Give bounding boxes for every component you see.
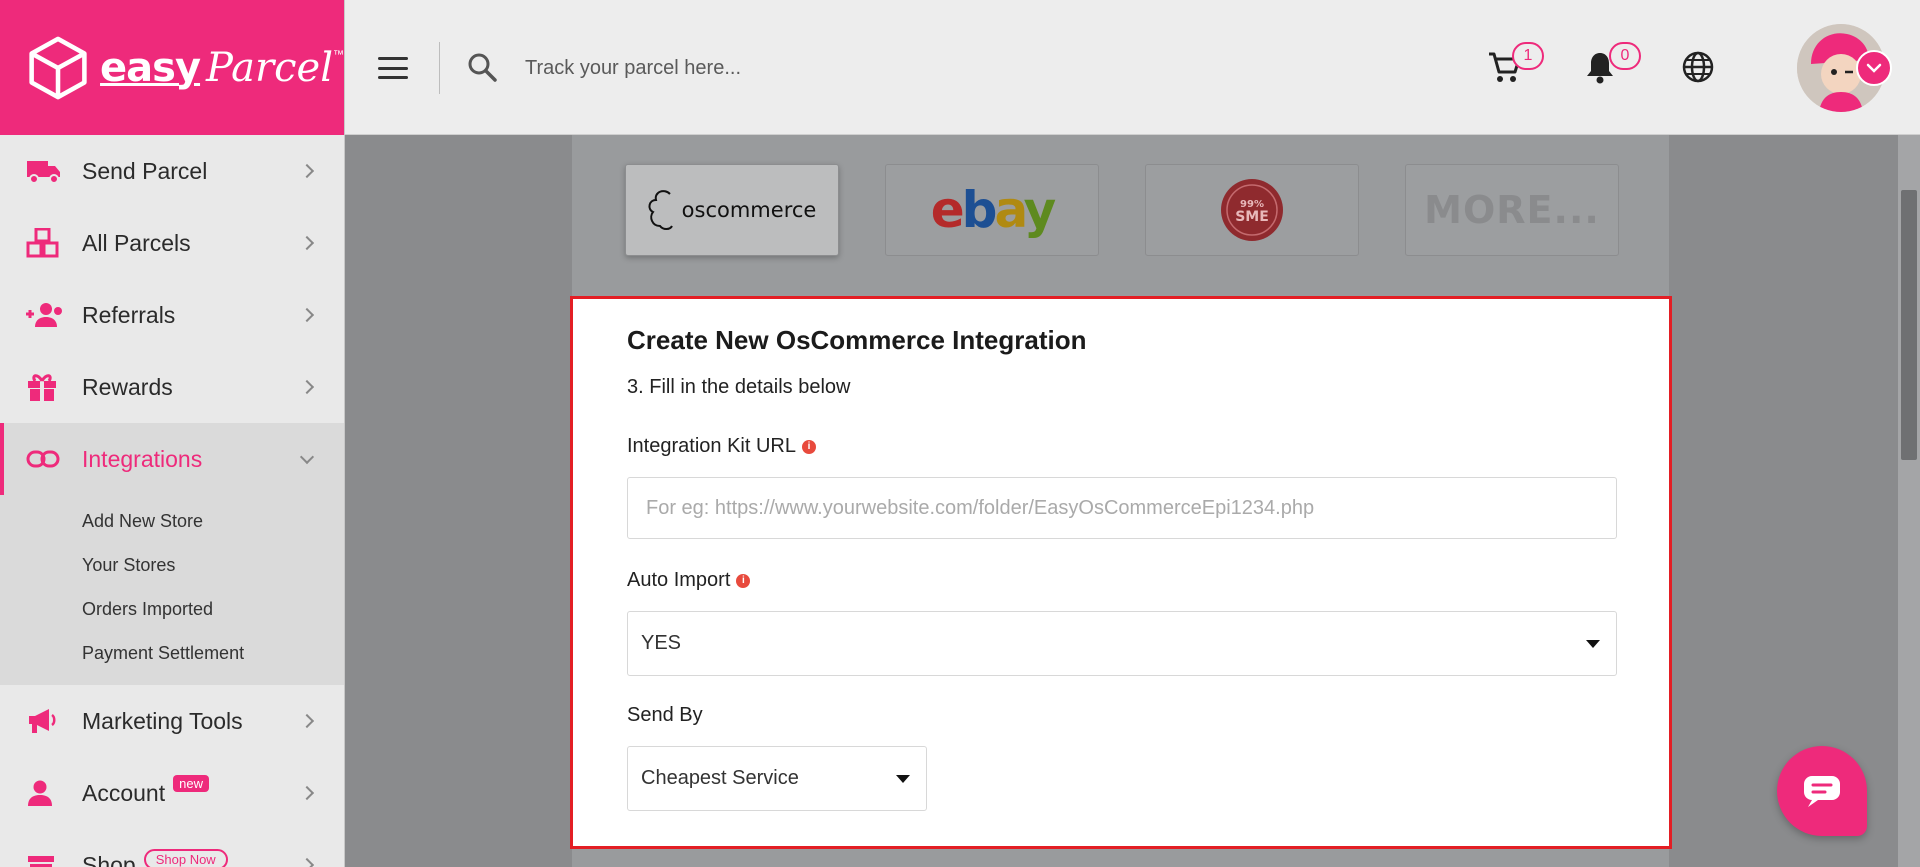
sidebar-item-marketing-tools[interactable]: Marketing Tools <box>0 685 344 757</box>
box-logo-icon <box>29 36 87 99</box>
logo[interactable]: easy Parcel ™ <box>0 0 344 135</box>
sidebar-item-label: Account <box>82 779 166 806</box>
auto-import-select[interactable]: YES <box>627 611 1617 676</box>
platform-name: oscommerce <box>681 198 817 222</box>
subnav-item-add-new-store[interactable]: Add New Store <box>0 499 344 543</box>
add-users-icon <box>26 299 66 331</box>
subnav-item-payment-settlement[interactable]: Payment Settlement <box>0 631 344 675</box>
sidebar: easy Parcel ™ Send Parcel All Parcels Re… <box>0 0 345 867</box>
chat-bubble-icon <box>1804 776 1840 807</box>
boxes-icon <box>26 227 66 259</box>
scrollbar-thumb[interactable] <box>1901 190 1917 460</box>
sidebar-item-label: Rewards <box>82 373 173 400</box>
sidebar-nav: Send Parcel All Parcels Referrals Reward… <box>0 135 344 495</box>
info-icon[interactable]: i <box>801 439 816 454</box>
kit-url-label: Integration Kit URL <box>627 435 796 457</box>
globe-icon[interactable] <box>1681 50 1715 84</box>
sidebar-nav-lower: Marketing Tools Account new Shop Shop No… <box>0 685 344 867</box>
chevron-right-icon <box>299 379 315 395</box>
subnav-item-orders-imported[interactable]: Orders Imported <box>0 587 344 631</box>
form-step: 3. Fill in the details below <box>627 376 851 398</box>
ebay-logo: ebay <box>930 181 1056 239</box>
sidebar-item-label: Integrations <box>82 445 203 472</box>
brand-name-part1: easy <box>100 44 201 91</box>
shop-now-badge: Shop Now <box>143 848 228 867</box>
integration-form-panel: Create New OsCommerce Integration 3. Fil… <box>570 296 1672 849</box>
topbar-divider <box>439 42 440 94</box>
send-by-label-row: Send By <box>627 704 1615 727</box>
auto-import-value: YES <box>641 632 682 654</box>
search-icon <box>468 53 497 82</box>
chevron-right-icon <box>299 857 315 867</box>
sidebar-item-label: Shop <box>82 851 136 867</box>
sidebar-item-label: All Parcels <box>82 229 191 256</box>
dropdown-caret-icon <box>1586 639 1600 648</box>
sidebar-item-label: Referrals <box>82 301 176 328</box>
sidebar-item-label: Marketing Tools <box>82 707 243 734</box>
auto-import-label: Auto Import <box>627 569 731 591</box>
chevron-right-icon <box>299 235 315 251</box>
subnav-item-your-stores[interactable]: Your Stores <box>0 543 344 587</box>
account-dropdown-button[interactable] <box>1856 50 1892 86</box>
auto-import-label-row: Auto Import i <box>627 569 1615 592</box>
notification-count-badge: 0 <box>1609 42 1641 70</box>
new-badge: new <box>173 774 209 792</box>
track-parcel-input[interactable] <box>525 48 1125 88</box>
send-by-label: Send By <box>627 704 703 726</box>
info-icon[interactable]: i <box>736 573 751 588</box>
sidebar-item-all-parcels[interactable]: All Parcels <box>0 207 344 279</box>
dropdown-caret-icon <box>896 774 910 783</box>
platform-card-ebay[interactable]: ebay <box>885 164 1099 256</box>
menu-icon[interactable] <box>378 57 408 79</box>
sidebar-item-label: Send Parcel <box>82 157 208 184</box>
chevron-right-icon <box>299 163 315 179</box>
brand-tm: ™ <box>333 48 344 61</box>
link-icon <box>26 443 66 475</box>
kit-url-label-row: Integration Kit URL i <box>627 435 1615 458</box>
chevron-right-icon <box>299 713 315 729</box>
brand-wordmark: easy Parcel ™ <box>100 45 344 91</box>
megaphone-icon <box>26 705 66 737</box>
send-by-value: Cheapest Service <box>641 767 799 789</box>
shop-icon <box>26 849 66 867</box>
platform-card-99sme[interactable]: 99% SME <box>1145 164 1359 256</box>
chevron-down-icon <box>299 449 315 465</box>
sidebar-item-account[interactable]: Account new <box>0 757 344 829</box>
send-by-select[interactable]: Cheapest Service <box>627 746 927 811</box>
truck-icon <box>26 155 66 187</box>
chevron-right-icon <box>299 785 315 801</box>
platform-selector: oscommerce ebay 99% SME MORE... <box>625 164 1619 256</box>
integration-kit-url-input[interactable] <box>627 477 1617 539</box>
cart-count-badge: 1 <box>1512 42 1544 70</box>
sidebar-item-rewards[interactable]: Rewards <box>0 351 344 423</box>
sidebar-item-shop[interactable]: Shop Shop Now <box>0 829 344 867</box>
99-sme-badge-logo: 99% SME <box>1221 179 1283 241</box>
oscommerce-cloud-icon <box>648 190 673 230</box>
more-platforms-label: MORE... <box>1424 188 1600 232</box>
top-bar: 1 0 <box>345 0 1920 135</box>
sidebar-item-send-parcel[interactable]: Send Parcel <box>0 135 344 207</box>
brand-name-part2: Parcel <box>206 44 333 91</box>
integrations-subnav: Add New Store Your Stores Orders Importe… <box>0 495 344 685</box>
platform-card-more[interactable]: MORE... <box>1405 164 1619 256</box>
chevron-down-icon <box>1866 63 1882 73</box>
gift-icon <box>26 371 66 403</box>
svg-text:SME: SME <box>1235 209 1269 225</box>
user-icon <box>26 777 66 809</box>
oscommerce-logo: oscommerce <box>648 186 817 234</box>
chat-button[interactable] <box>1777 746 1867 836</box>
platform-card-oscommerce[interactable]: oscommerce <box>625 164 839 256</box>
sidebar-item-referrals[interactable]: Referrals <box>0 279 344 351</box>
sidebar-item-integrations[interactable]: Integrations <box>0 423 344 495</box>
form-title: Create New OsCommerce Integration <box>627 325 1087 355</box>
chevron-right-icon <box>299 307 315 323</box>
page-scrollbar[interactable] <box>1898 135 1920 867</box>
